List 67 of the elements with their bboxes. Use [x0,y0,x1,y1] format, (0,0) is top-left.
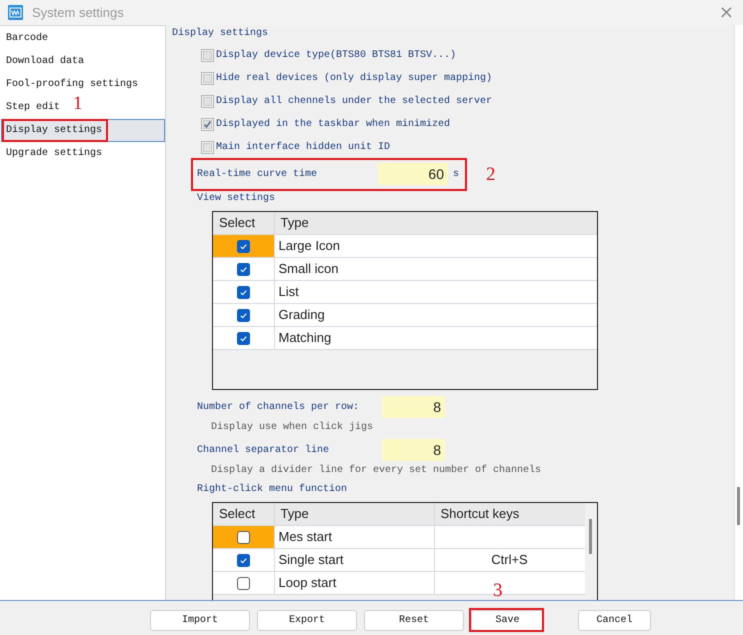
checkbox[interactable] [236,332,250,346]
input-field[interactable]: 8 [382,439,445,461]
sidebar-item[interactable]: Download data [1,50,88,73]
column-header: Select [213,212,274,234]
table-cell: Small icon [274,257,597,280]
checkbox[interactable] [201,118,214,131]
checkbox[interactable] [236,309,250,322]
checkbox[interactable] [201,49,214,62]
step-number: 2 [486,165,496,185]
hint-text: Display use when click jigs [211,420,374,435]
window-title: System settings [32,5,124,20]
sidebar-item[interactable]: Fool-proofing settings [1,73,142,96]
checkbox[interactable] [236,577,250,590]
checkbox[interactable] [236,531,250,544]
step-number: 3 [493,580,502,600]
select-cell[interactable] [213,257,274,280]
table-cell: Mes start [274,525,434,548]
section-title: Right-click menu function [197,482,348,497]
dialog-button[interactable]: Cancel [578,610,651,630]
checkbox-label[interactable]: Hide real devices (only display super mapping) [216,73,492,84]
checkbox[interactable] [236,554,250,568]
checkbox[interactable] [201,72,214,85]
scrollbar-thumb[interactable] [737,487,740,525]
select-cell[interactable] [213,571,274,594]
hint-text: Display a divider line for every set number of channels [211,464,542,478]
field-label: Number of channels per row: [197,402,360,412]
sidebar-item[interactable]: Barcode [1,27,52,50]
dialog-button[interactable]: Import [150,610,250,630]
unit-label: s [452,168,460,180]
scrollbar-thumb[interactable] [589,519,592,554]
field-label: Channel separator line [197,444,330,456]
column-header: Type [274,212,597,234]
checkbox-label[interactable]: Display all chennels under the selected server [216,96,492,107]
checkbox[interactable] [201,95,214,108]
checkbox-label[interactable]: Displayed in the taskbar when minimized [216,119,450,130]
step-number: 1 [73,94,82,114]
dialog-button[interactable]: Export [257,610,357,630]
column-header: Select [213,503,274,525]
column-header: Shortcut keys [434,503,585,525]
select-cell[interactable] [213,326,274,349]
checkbox[interactable] [201,141,214,154]
app-logo-icon [8,5,23,20]
input-field[interactable]: 60 [378,163,448,185]
checkbox-label[interactable]: Display device type(BTS80 BTS81 BTSV...) [216,50,456,61]
checkbox[interactable] [236,286,250,300]
table-cell: Single start [274,548,434,571]
section-title: Display settings [172,26,270,41]
table-cell: Matching [274,326,597,349]
checkbox-label[interactable]: Main interface hidden unit ID [216,142,390,153]
checkbox[interactable] [236,263,250,276]
input-field[interactable]: 8 [382,396,445,418]
column-header: Type [274,503,434,525]
field-label: Real-time curve time [196,168,318,180]
select-cell[interactable] [213,303,274,326]
table-cell: List [274,280,597,303]
select-cell[interactable] [213,234,274,257]
section-title: View settings [197,192,276,206]
select-cell[interactable] [213,525,274,548]
sidebar-item[interactable]: Upgrade settings [1,142,106,165]
select-cell[interactable] [213,548,274,571]
checkbox[interactable] [236,240,250,254]
select-cell[interactable] [213,280,274,303]
dialog-button[interactable]: Reset [364,610,464,630]
sidebar-item[interactable]: Step edit [1,96,64,119]
table-cell: Loop start [274,571,434,594]
table-cell: Grading [274,303,597,326]
table-cell: Large Icon [274,234,597,257]
